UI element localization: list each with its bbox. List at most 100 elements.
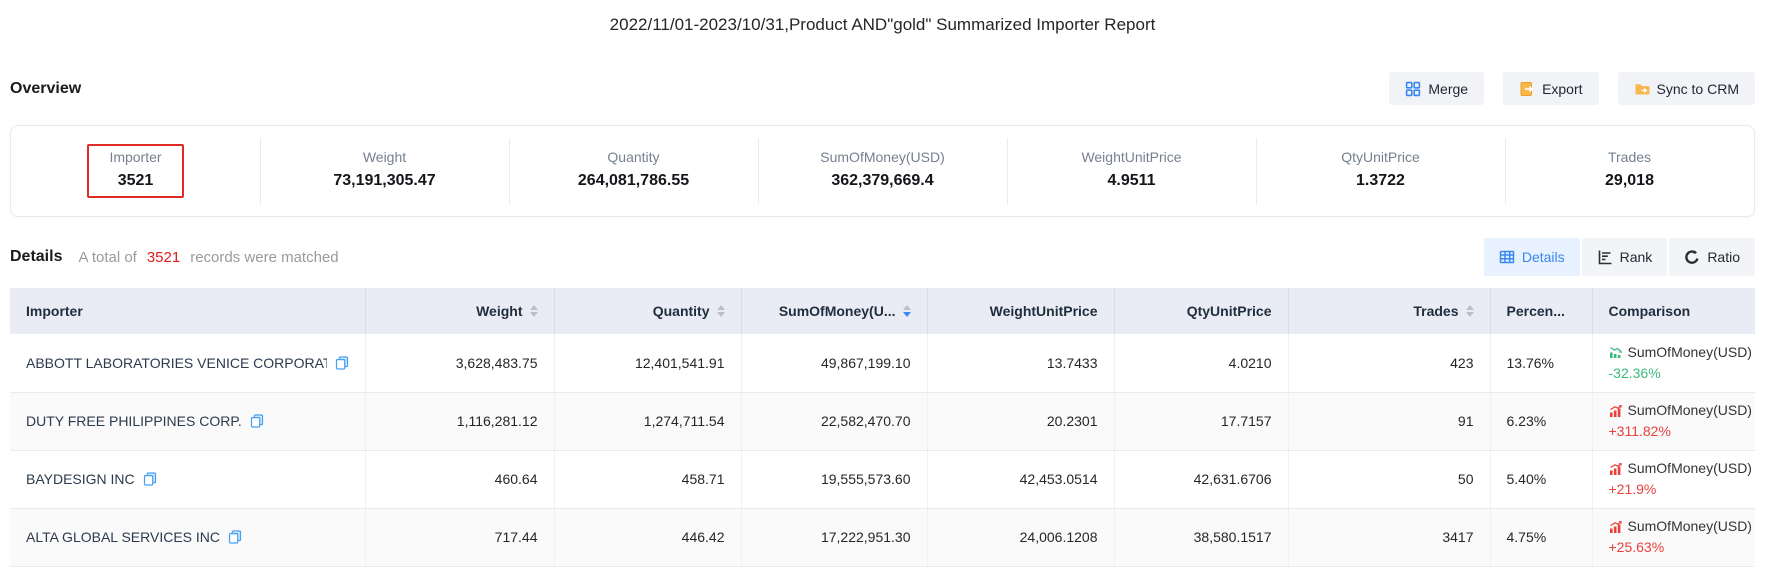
- tab-ratio[interactable]: Ratio: [1669, 238, 1755, 276]
- stat-value: 362,379,669.4: [820, 172, 944, 190]
- comparison-cell: SumOfMoney(USD) -32.36%: [1592, 334, 1755, 392]
- trend-up-icon: [1609, 462, 1623, 476]
- stat-value: 264,081,786.55: [578, 172, 689, 190]
- stat-weight: Weight 73,191,305.47: [260, 144, 509, 198]
- toolbar: Merge Export Sync to CRM: [1389, 72, 1755, 105]
- comparison-metric-label: SumOfMoney(USD): [1628, 343, 1752, 362]
- trend-up-icon: [1609, 520, 1623, 534]
- stat-trades: Trades 29,018: [1505, 144, 1754, 198]
- percent-cell: 5.40%: [1490, 450, 1592, 508]
- qty-unit-price-cell: 38,580.1517: [1114, 508, 1288, 566]
- weight-unit-price-cell: 20.2301: [927, 392, 1114, 450]
- stat-label: WeightUnitPrice: [1081, 149, 1181, 165]
- weight-cell: 460.64: [365, 450, 554, 508]
- importer-cell: BAYDESIGN INC: [10, 450, 365, 508]
- comparison-change: +21.9%: [1609, 480, 1740, 499]
- pie-ratio-icon: [1684, 249, 1700, 265]
- comparison-metric-label: SumOfMoney(USD): [1628, 517, 1752, 536]
- quantity-cell: 446.42: [554, 508, 741, 566]
- export-button-label: Export: [1542, 81, 1582, 97]
- weight-cell: 3,628,483.75: [365, 334, 554, 392]
- comparison-change: +311.82%: [1609, 422, 1740, 441]
- stat-label: SumOfMoney(USD): [820, 149, 944, 165]
- tab-details[interactable]: Details: [1484, 238, 1580, 276]
- copy-icon[interactable]: [250, 414, 264, 428]
- sort-arrows-active-desc[interactable]: [903, 305, 911, 317]
- importer-name[interactable]: ALTA GLOBAL SERVICES INC: [26, 529, 220, 545]
- stat-importer: Importer 3521: [11, 144, 260, 198]
- quantity-cell: 12,401,541.91: [554, 334, 741, 392]
- comparison-change: -32.36%: [1609, 364, 1740, 383]
- sync-to-crm-button[interactable]: Sync to CRM: [1618, 72, 1755, 105]
- stat-qty-unit-price: QtyUnitPrice 1.3722: [1256, 144, 1505, 198]
- summary-prefix: A total of: [78, 249, 136, 266]
- importer-cell: ALTA GLOBAL SERVICES INC: [10, 508, 365, 566]
- weight-unit-price-cell: 42,453.0514: [927, 450, 1114, 508]
- stat-value: 3521: [109, 172, 161, 190]
- column-header-comparison: Comparison: [1592, 288, 1755, 334]
- sort-arrows[interactable]: [717, 305, 725, 317]
- tab-rank-label: Rank: [1620, 249, 1653, 265]
- copy-icon[interactable]: [335, 356, 349, 370]
- stat-value: 73,191,305.47: [333, 172, 435, 190]
- importer-name[interactable]: DUTY FREE PHILIPPINES CORP.: [26, 413, 242, 429]
- importer-table: Importer Weight Quantity SumOfMoney(U...…: [10, 288, 1755, 567]
- column-header-percent: Percen...: [1490, 288, 1592, 334]
- comparison-cell: SumOfMoney(USD) +311.82%: [1592, 392, 1755, 450]
- copy-icon[interactable]: [228, 530, 242, 544]
- sum-of-money-cell: 49,867,199.10: [741, 334, 927, 392]
- copy-icon[interactable]: [143, 472, 157, 486]
- comparison-cell: SumOfMoney(USD) +21.9%: [1592, 450, 1755, 508]
- quantity-cell: 1,274,711.54: [554, 392, 741, 450]
- quantity-cell: 458.71: [554, 450, 741, 508]
- trades-cell: 50: [1288, 450, 1490, 508]
- view-tabs: Details Rank Ratio: [1484, 238, 1755, 276]
- table-row: ABBOTT LABORATORIES VENICE CORPORAT... 3…: [10, 334, 1755, 392]
- table-row: ALTA GLOBAL SERVICES INC 717.44 446.42 1…: [10, 508, 1755, 566]
- comparison-change: +25.63%: [1609, 538, 1740, 557]
- sort-arrows[interactable]: [1466, 305, 1474, 317]
- qty-unit-price-cell: 17.7157: [1114, 392, 1288, 450]
- qty-unit-price-cell: 4.0210: [1114, 334, 1288, 392]
- weight-cell: 1,116,281.12: [365, 392, 554, 450]
- stat-value: 4.9511: [1081, 172, 1181, 190]
- summary-suffix: records were matched: [190, 249, 338, 266]
- percent-cell: 13.76%: [1490, 334, 1592, 392]
- page-title: 2022/11/01-2023/10/31,Product AND"gold" …: [0, 0, 1765, 38]
- comparison-metric-label: SumOfMoney(USD): [1628, 459, 1752, 478]
- comparison-metric-label: SumOfMoney(USD): [1628, 401, 1752, 420]
- overview-heading: Overview: [10, 80, 81, 98]
- table-row: BAYDESIGN INC 460.64 458.71 19,555,573.6…: [10, 450, 1755, 508]
- column-header-weight-unit-price: WeightUnitPrice: [927, 288, 1114, 334]
- bar-chart-icon: [1597, 249, 1613, 265]
- column-header-sum-of-money[interactable]: SumOfMoney(U...: [741, 288, 927, 334]
- stat-label: Trades: [1605, 149, 1654, 165]
- export-button[interactable]: Export: [1503, 72, 1598, 105]
- stat-value: 29,018: [1605, 172, 1654, 190]
- stat-value: 1.3722: [1341, 172, 1420, 190]
- merge-button-label: Merge: [1428, 81, 1468, 97]
- stat-weight-unit-price: WeightUnitPrice 4.9511: [1007, 144, 1256, 198]
- sum-of-money-cell: 17,222,951.30: [741, 508, 927, 566]
- merge-button[interactable]: Merge: [1389, 72, 1484, 105]
- importer-name[interactable]: ABBOTT LABORATORIES VENICE CORPORAT...: [26, 355, 327, 371]
- column-header-quantity[interactable]: Quantity: [554, 288, 741, 334]
- details-summary: A total of3521records were matched: [78, 249, 338, 266]
- column-header-trades[interactable]: Trades: [1288, 288, 1490, 334]
- details-header: Details A total of3521records were match…: [10, 238, 1755, 276]
- weight-unit-price-cell: 13.7433: [927, 334, 1114, 392]
- sort-arrows[interactable]: [530, 305, 538, 317]
- importer-name[interactable]: BAYDESIGN INC: [26, 471, 135, 487]
- sync-folder-icon: [1634, 81, 1650, 97]
- sync-to-crm-button-label: Sync to CRM: [1657, 81, 1739, 97]
- overview-header: Overview Merge Export Sync to CRM: [10, 72, 1755, 105]
- overview-stats-card: Importer 3521 Weight 73,191,305.47 Quant…: [10, 125, 1755, 217]
- weight-cell: 717.44: [365, 508, 554, 566]
- column-header-weight[interactable]: Weight: [365, 288, 554, 334]
- trend-up-icon: [1609, 404, 1623, 418]
- table-row: DUTY FREE PHILIPPINES CORP. 1,116,281.12…: [10, 392, 1755, 450]
- weight-unit-price-cell: 24,006.1208: [927, 508, 1114, 566]
- importer-highlight-box: Importer 3521: [87, 144, 183, 198]
- details-heading: Details: [10, 248, 62, 266]
- tab-rank[interactable]: Rank: [1582, 238, 1668, 276]
